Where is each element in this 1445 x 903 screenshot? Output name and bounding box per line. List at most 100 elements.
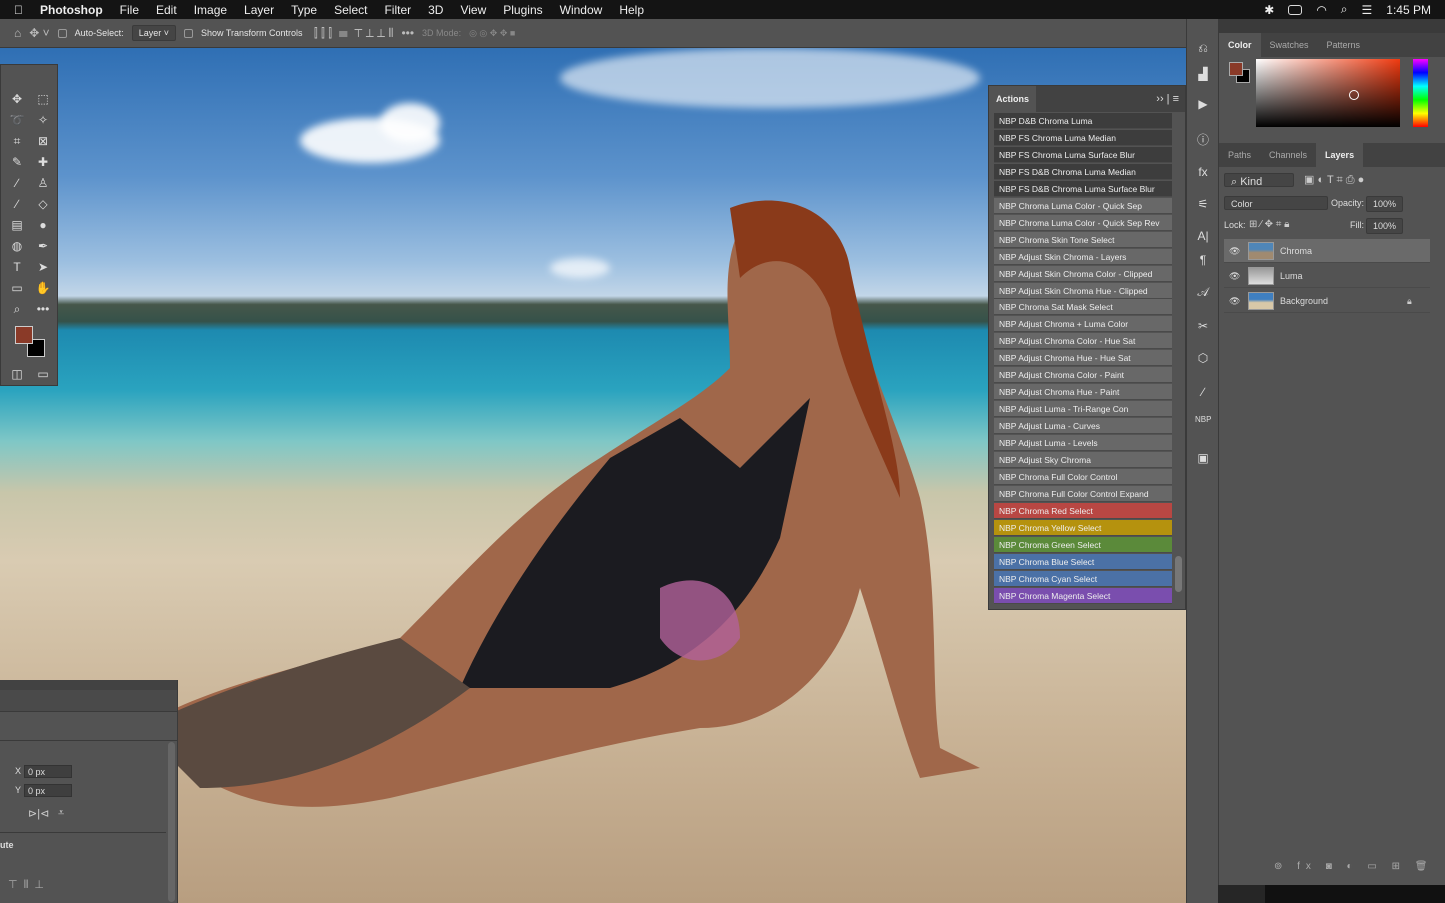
lock-icons[interactable]: ⊞ ∕ ✥ ⌗ 🔒︎ (1249, 219, 1290, 230)
action-item[interactable]: NBP Adjust Luma - Curves (994, 418, 1172, 435)
history-panel-icon[interactable]: ⎌ (1195, 41, 1211, 57)
fill-field[interactable]: 100% (1366, 218, 1404, 234)
rectangle-tool-icon[interactable]: ▭ (8, 279, 26, 297)
tab-layers[interactable]: Layers (1316, 143, 1364, 167)
action-item[interactable]: NBP Chroma Yellow Select (994, 519, 1172, 536)
quick-mask-icon[interactable]: ◫ (8, 365, 26, 383)
tab-actions[interactable]: Actions (989, 86, 1037, 112)
action-item[interactable]: NBP Adjust Skin Chroma Hue - Clipped (994, 282, 1172, 299)
flip-vertical-icon[interactable]: ⩡ (58, 807, 64, 820)
blur-tool-icon[interactable]: ● (34, 216, 52, 234)
x-field[interactable]: 0 px (24, 765, 72, 778)
search-icon[interactable]: ⌕ (1341, 2, 1348, 17)
action-item[interactable]: NBP Chroma Full Color Control (994, 468, 1172, 485)
action-item[interactable]: NBP Adjust Skin Chroma - Layers (994, 248, 1172, 265)
hand-tool-icon[interactable]: ✋ (34, 279, 52, 297)
action-item[interactable]: NBP Adjust Skin Chroma Color - Clipped (994, 265, 1172, 282)
move-tool-icon[interactable]: ✥ ˅ (29, 26, 49, 40)
layer-row[interactable]: 👁︎ Chroma (1224, 239, 1430, 263)
apple-icon[interactable]:  (14, 3, 23, 17)
action-item[interactable]: NBP Chroma Red Select (994, 502, 1172, 519)
menu-edit[interactable]: Edit (156, 3, 177, 17)
menu-app[interactable]: Photoshop (40, 3, 103, 17)
3d-panel-icon[interactable]: ⬡ (1195, 351, 1211, 367)
move-tool-icon[interactable]: ✥ (8, 90, 26, 108)
menu-filter[interactable]: Filter (384, 3, 411, 17)
menu-3d[interactable]: 3D (428, 3, 443, 17)
flip-horizontal-icon[interactable]: ⊳|⊲ (28, 807, 49, 820)
visibility-eye-icon[interactable]: 👁︎ (1229, 289, 1240, 313)
more-tool-icon[interactable]: ••• (34, 300, 52, 318)
layer-footer-icons[interactable]: ⊚ fx ◙ ◐ ▭ ⊞ 🗑︎ (1274, 861, 1433, 872)
wifi-icon[interactable]: ◠ (1316, 3, 1326, 17)
action-item[interactable]: NBP Adjust Chroma Hue - Hue Sat (994, 350, 1172, 367)
hue-slider[interactable] (1413, 59, 1428, 127)
character-panel-icon[interactable]: A| (1195, 229, 1211, 245)
info-panel-icon[interactable]: ⓘ (1195, 131, 1211, 147)
marquee-tool-icon[interactable]: ⬚ (34, 90, 52, 108)
panel-menu-icon[interactable]: ›› | ≡ (1156, 93, 1179, 105)
tab-patterns[interactable]: Patterns (1318, 33, 1370, 57)
battery-icon[interactable] (1288, 4, 1303, 15)
action-item[interactable]: NBP FS Chroma Luma Median (994, 129, 1172, 146)
menu-file[interactable]: File (120, 3, 139, 17)
actions-panel-icon[interactable]: ▶ (1195, 97, 1211, 113)
path-select-tool-icon[interactable]: ➤ (34, 258, 52, 276)
menu-type[interactable]: Type (291, 3, 317, 17)
glyphs-panel-icon[interactable]: 𝒜 (1195, 285, 1211, 301)
paragraph-panel-icon[interactable]: ¶ (1195, 253, 1211, 269)
color-field[interactable] (1256, 59, 1400, 127)
scrollbar[interactable] (1175, 556, 1182, 592)
layer-row[interactable]: 👁︎ Background 🔒︎ (1224, 289, 1430, 313)
show-transform-checkbox[interactable] (183, 28, 193, 38)
menu-plugins[interactable]: Plugins (503, 3, 542, 17)
eyedropper-tool-icon[interactable]: ✎ (8, 153, 26, 171)
action-item[interactable]: NBP Chroma Cyan Select (994, 570, 1172, 587)
action-item[interactable]: NBP Adjust Chroma Hue - Paint (994, 384, 1172, 401)
type-tool-icon[interactable]: T (8, 258, 26, 276)
lock-icon[interactable]: 🔒︎ (1407, 289, 1412, 313)
magic-wand-tool-icon[interactable]: ✧ (34, 111, 52, 129)
menu-window[interactable]: Window (560, 3, 603, 17)
menu-layer[interactable]: Layer (244, 3, 274, 17)
action-item[interactable]: NBP Chroma Sat Mask Select (994, 299, 1172, 316)
screen-mode-icon[interactable]: ▭ (34, 365, 52, 383)
brush-settings-panel-icon[interactable]: ∕ (1195, 385, 1211, 401)
dodge-tool-icon[interactable]: ◍ (8, 237, 26, 255)
menu-image[interactable]: Image (194, 3, 227, 17)
lasso-tool-icon[interactable]: ➰ (8, 111, 26, 129)
visibility-eye-icon[interactable]: 👁︎ (1229, 239, 1240, 263)
action-item[interactable]: NBP FS Chroma Luma Surface Blur (994, 146, 1172, 163)
action-item[interactable]: NBP Adjust Sky Chroma (994, 452, 1172, 468)
crop-tool-icon[interactable]: ⌗ (8, 132, 26, 150)
styles-panel-icon[interactable]: fx (1195, 165, 1211, 181)
kind-filter[interactable]: ⌕ Kind (1224, 173, 1294, 188)
control-center-icon[interactable]: ☰ (1362, 3, 1373, 17)
action-item[interactable]: NBP Adjust Chroma Color - Hue Sat (994, 333, 1172, 350)
tab-swatches[interactable]: Swatches (1261, 33, 1318, 57)
gradient-tool-icon[interactable]: ▤ (8, 216, 26, 234)
action-item[interactable]: NBP Adjust Chroma + Luma Color (994, 316, 1172, 333)
y-field[interactable]: 0 px (24, 784, 72, 797)
layer-row[interactable]: 👁︎ Luma (1224, 264, 1430, 288)
auto-select-dropdown[interactable]: Layer ˅ (131, 25, 176, 41)
action-item[interactable]: NBP Chroma Luma Color - Quick Sep Rev (994, 214, 1172, 231)
align-icons[interactable]: ⊤ ⫴ ⊥ (8, 878, 44, 892)
tab-channels[interactable]: Channels (1260, 143, 1316, 167)
align-icons[interactable]: ⫿ ⫿ ⫿ ☰ ⊤ ⊥ ⊥ ⫴ (311, 26, 394, 41)
action-item[interactable]: NBP Adjust Luma - Tri-Range Con (994, 401, 1172, 418)
auto-select-checkbox[interactable] (57, 28, 67, 38)
frame-tool-icon[interactable]: ⊠ (34, 132, 52, 150)
tool-presets-panel-icon[interactable]: ✂ (1195, 319, 1211, 335)
action-item[interactable]: NBP FS D&B Chroma Luma Median (994, 163, 1172, 180)
bluetooth-icon[interactable]: ✱ (1264, 3, 1274, 17)
scrollbar[interactable] (168, 742, 175, 902)
action-item[interactable]: NBP Adjust Chroma Color - Paint (994, 367, 1172, 384)
blend-mode-dropdown[interactable]: Color (1224, 196, 1328, 210)
healing-tool-icon[interactable]: ✚ (34, 153, 52, 171)
zoom-tool-icon[interactable]: ⌕ (8, 300, 26, 318)
stamp-tool-icon[interactable]: ♙ (34, 174, 52, 192)
foreground-color-swatch[interactable] (15, 326, 33, 344)
menu-view[interactable]: View (460, 3, 486, 17)
opacity-field[interactable]: 100% (1366, 196, 1404, 212)
